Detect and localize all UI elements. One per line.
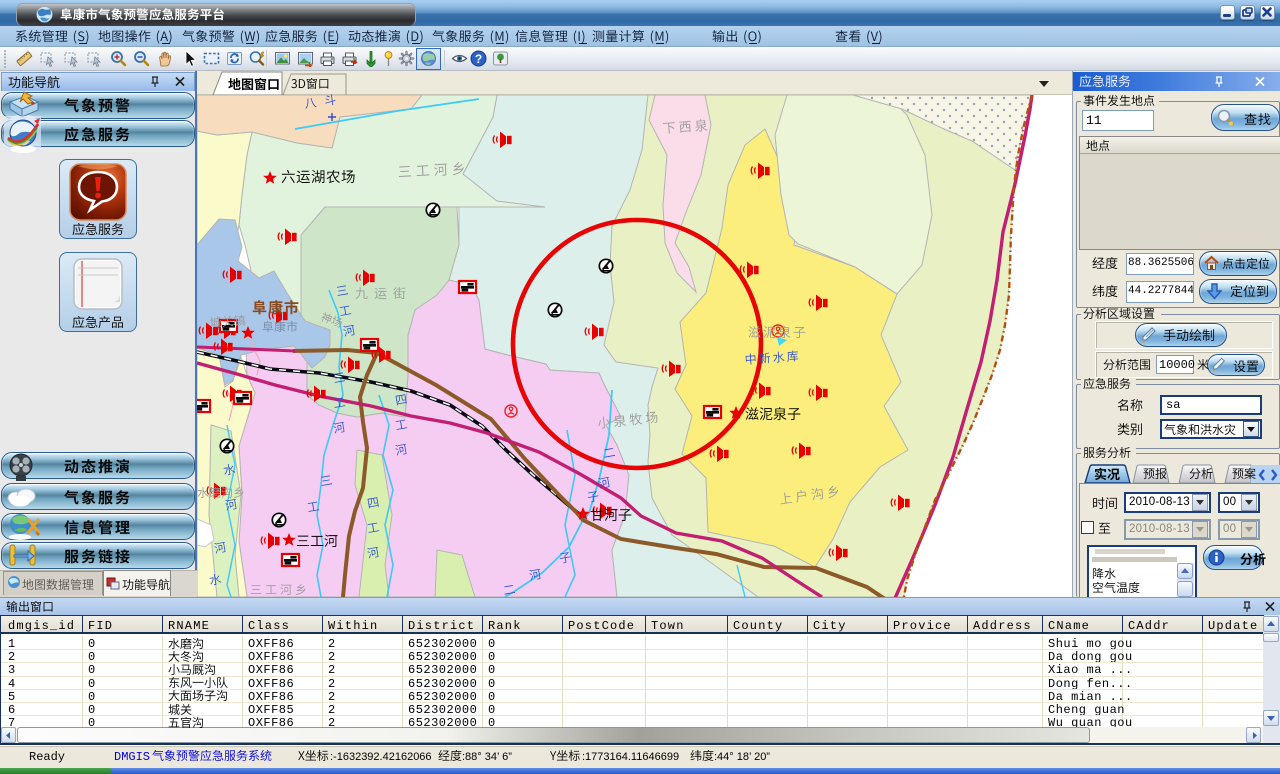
svg-text:?: ? [475, 52, 482, 66]
